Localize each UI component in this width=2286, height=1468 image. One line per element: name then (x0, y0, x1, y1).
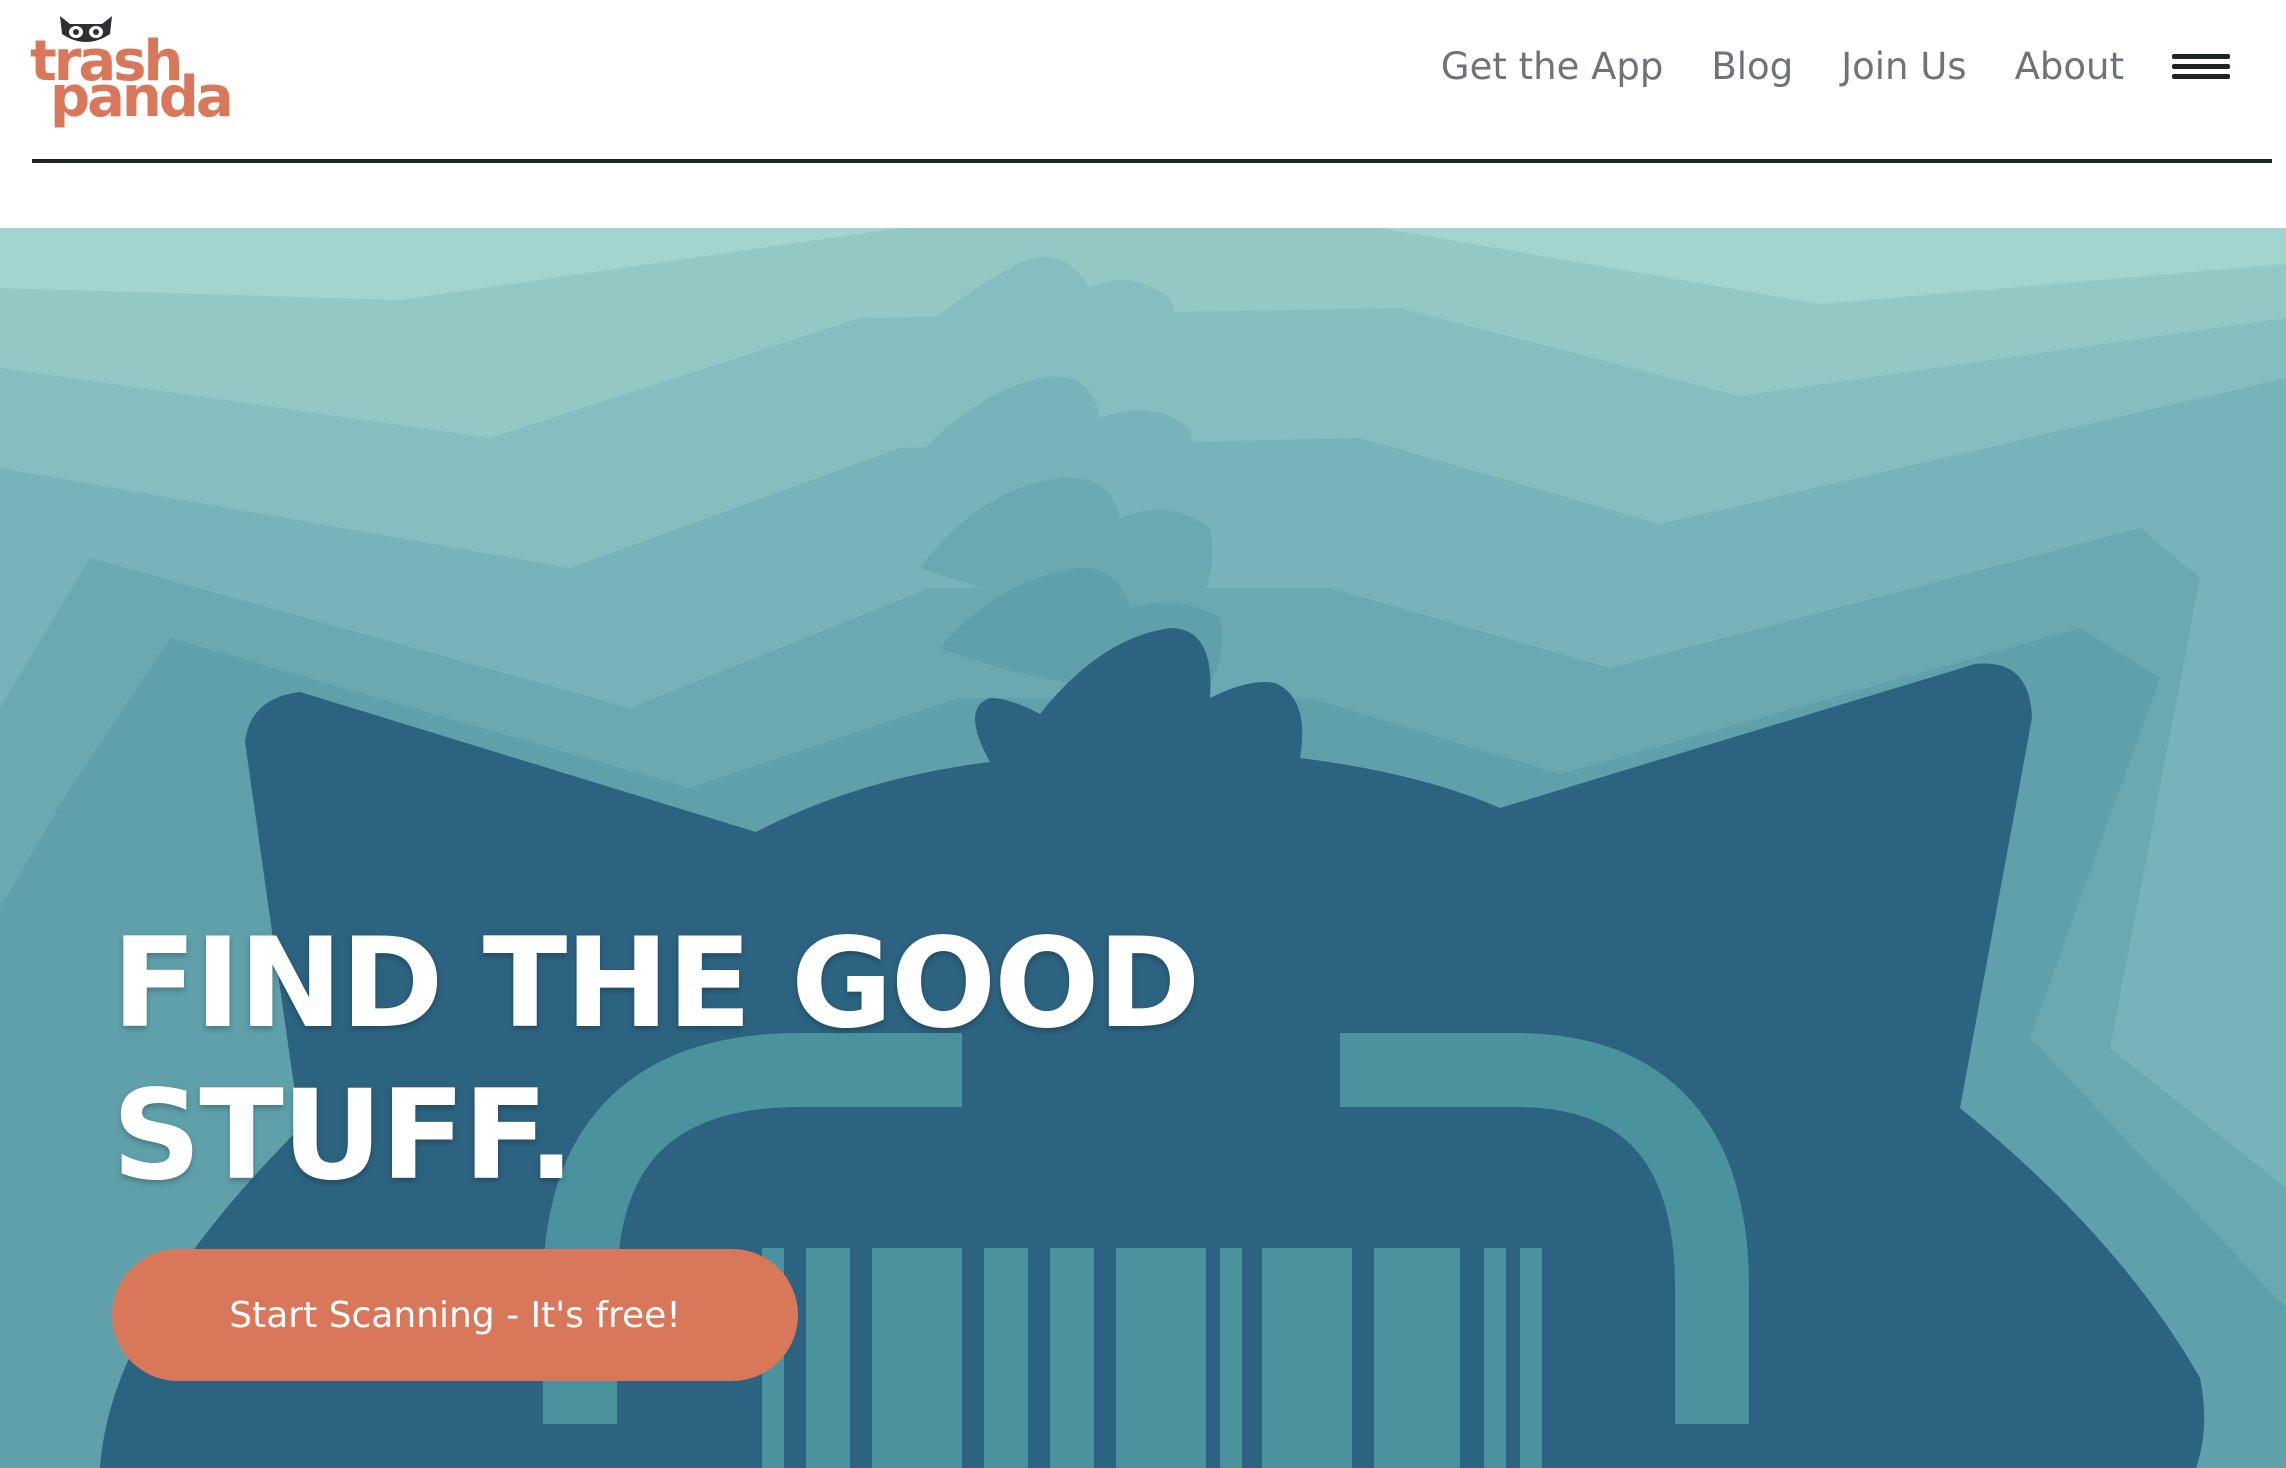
trash-panda-logo[interactable]: trash panda (30, 12, 234, 132)
hamburger-menu-icon[interactable] (2172, 46, 2230, 86)
start-scanning-button[interactable]: Start Scanning - It's free! (112, 1249, 798, 1381)
logo-text-panda: panda (50, 65, 234, 130)
main-nav: Get the App Blog Join Us About (1393, 38, 2230, 94)
hero-section: FIND THE GOOD STUFF. Start Scanning - It… (0, 228, 2286, 1468)
nav-blog[interactable]: Blog (1711, 45, 1793, 88)
menu-bar (2172, 74, 2230, 79)
nav-get-the-app[interactable]: Get the App (1441, 45, 1663, 88)
header-divider (32, 159, 2272, 163)
hero-headline: FIND THE GOOD STUFF. (112, 908, 1212, 1212)
nav-about[interactable]: About (2015, 45, 2124, 88)
menu-bar (2172, 54, 2230, 59)
menu-bar (2172, 64, 2230, 69)
headline-line-1: FIND THE GOOD (112, 912, 1200, 1056)
headline-line-2: STUFF. (112, 1064, 575, 1208)
site-header: trash panda Get the App Blog Join Us Abo… (0, 0, 2286, 228)
nav-join-us[interactable]: Join Us (1841, 45, 1966, 88)
